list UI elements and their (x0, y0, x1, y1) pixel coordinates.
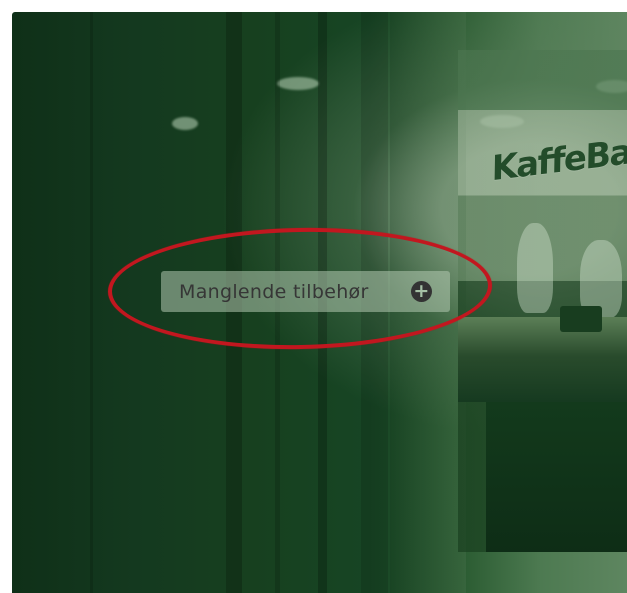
coffee-cup (560, 306, 602, 332)
counter-base (486, 402, 627, 552)
ceiling-light (172, 117, 198, 130)
door-frame (90, 12, 93, 593)
missing-accessories-button[interactable]: Manglende tilbehør + (161, 271, 450, 312)
plus-circle-icon[interactable]: + (411, 281, 432, 302)
missing-accessories-label: Manglende tilbehør (179, 280, 369, 303)
ceiling-light (277, 77, 319, 90)
customer-figure (517, 223, 553, 313)
